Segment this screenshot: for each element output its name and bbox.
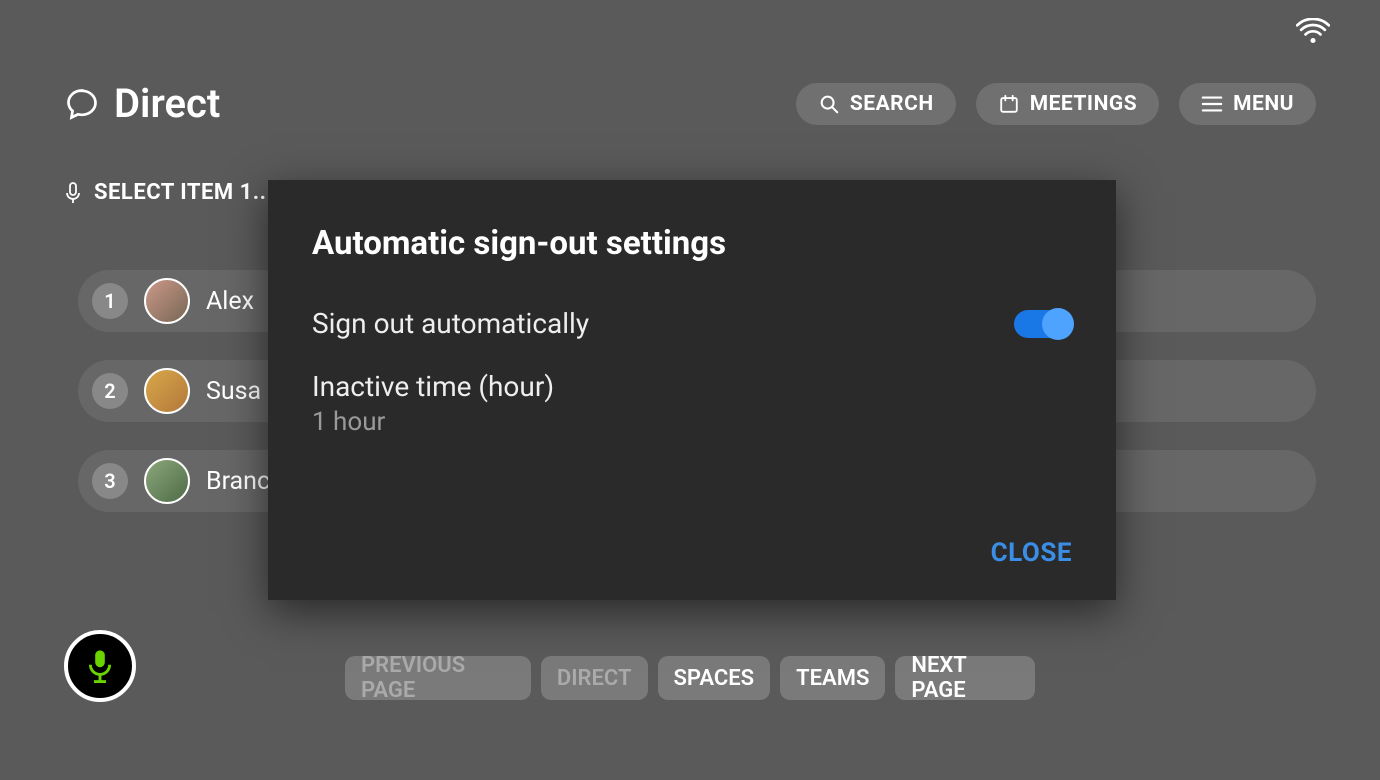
voice-select-hint: SELECT ITEM 1..: [64, 180, 267, 205]
list-item-label: Alex: [206, 287, 254, 316]
avatar: [144, 458, 190, 504]
mic-small-icon: [64, 181, 82, 205]
toggle-knob: [1042, 308, 1074, 340]
avatar: [144, 278, 190, 324]
teams-tab-button[interactable]: TEAMS: [780, 656, 885, 700]
calendar-icon: [998, 93, 1020, 115]
signout-toggle-label: Sign out automatically: [312, 307, 589, 340]
prev-label: PREVIOUS PAGE: [361, 653, 515, 703]
signout-toggle[interactable]: [1014, 310, 1072, 338]
auto-signout-settings-dialog: Automatic sign-out settings Sign out aut…: [268, 180, 1116, 600]
avatar: [144, 368, 190, 414]
chat-bubble-icon: [64, 86, 100, 122]
meetings-label: MEETINGS: [1030, 92, 1137, 116]
dialog-actions: CLOSE: [312, 538, 1072, 568]
menu-icon: [1201, 95, 1223, 113]
header-actions: SEARCH MEETINGS MENU: [796, 83, 1316, 125]
close-label: CLOSE: [991, 538, 1072, 568]
direct-label: DIRECT: [557, 666, 632, 691]
list-item-label: Branc: [206, 467, 270, 496]
inactive-time-row[interactable]: Inactive time (hour) 1 hour: [312, 370, 1072, 437]
meetings-button[interactable]: MEETINGS: [976, 83, 1159, 125]
menu-button[interactable]: MENU: [1179, 83, 1316, 125]
voice-mic-button[interactable]: [64, 630, 136, 702]
search-icon: [818, 93, 840, 115]
spaces-tab-button[interactable]: SPACES: [658, 656, 771, 700]
close-button[interactable]: CLOSE: [991, 538, 1072, 568]
direct-tab-button[interactable]: DIRECT: [541, 656, 648, 700]
search-label: SEARCH: [850, 92, 934, 116]
inactive-time-label: Inactive time (hour): [312, 370, 1072, 403]
mic-icon: [85, 648, 115, 684]
page-title: Direct: [114, 80, 220, 127]
search-button[interactable]: SEARCH: [796, 83, 956, 125]
next-label: NEXT PAGE: [911, 653, 1019, 703]
teams-label: TEAMS: [796, 666, 869, 691]
list-index-badge: 3: [92, 463, 128, 499]
list-index-badge: 1: [92, 283, 128, 319]
header: Direct SEARCH MEETINGS: [64, 80, 1316, 127]
spaces-label: SPACES: [674, 666, 755, 691]
voice-hint-text: SELECT ITEM 1..: [94, 180, 267, 205]
previous-page-button[interactable]: PREVIOUS PAGE: [345, 656, 531, 700]
next-page-button[interactable]: NEXT PAGE: [895, 656, 1035, 700]
header-title-wrap: Direct: [64, 80, 220, 127]
inactive-time-value: 1 hour: [312, 407, 1072, 437]
wifi-icon: [1296, 18, 1330, 44]
list-item-label: Susa: [206, 377, 261, 406]
footer-nav: PREVIOUS PAGE DIRECT SPACES TEAMS NEXT P…: [345, 656, 1035, 700]
list-index-badge: 2: [92, 373, 128, 409]
menu-label: MENU: [1233, 92, 1294, 116]
dialog-title: Automatic sign-out settings: [312, 224, 1072, 263]
signout-toggle-row[interactable]: Sign out automatically: [312, 307, 1072, 340]
status-bar: [1296, 18, 1330, 44]
